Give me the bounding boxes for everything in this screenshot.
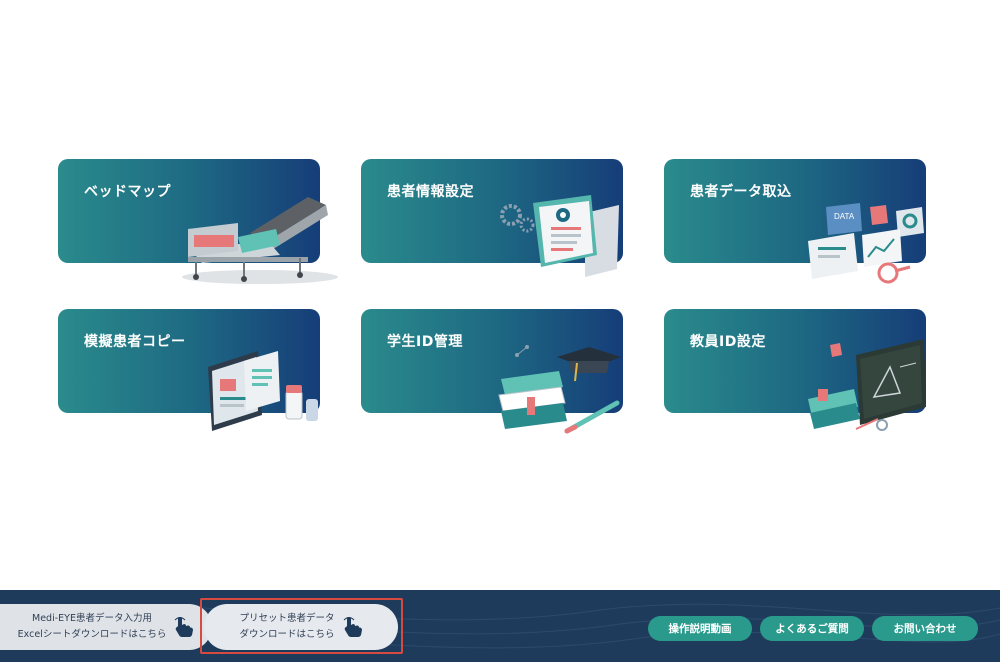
excel-download-line2: Excelシートダウンロードはこちら xyxy=(17,629,167,640)
data-dashboard-icon: DATA xyxy=(808,203,924,284)
pointing-hand-icon xyxy=(174,617,194,637)
student-id-management-card[interactable]: 学生ID管理 xyxy=(361,309,623,434)
simulated-patient-copy-card[interactable]: 模擬患者コピー xyxy=(58,309,320,431)
patient-data-import-label: 患者データ取込 xyxy=(690,184,792,200)
pointing-hand-icon xyxy=(343,617,362,637)
preset-download-text: プリセット患者データ ダウンロードはこちら xyxy=(239,611,334,643)
manual-video-button[interactable]: 操作説明動画 xyxy=(648,616,752,641)
faq-button[interactable]: よくあるご質問 xyxy=(760,616,864,641)
patient-info-settings-label: 患者情報設定 xyxy=(387,184,474,200)
medical-records-copy-icon xyxy=(208,351,318,431)
bed-map-label: ベッドマップ xyxy=(84,184,171,200)
student-id-management-label: 学生ID管理 xyxy=(387,334,463,350)
excel-sheet-download-button[interactable]: Medi-EYE患者データ入力用 Excelシートダウンロードはこちら xyxy=(0,604,212,650)
teacher-id-settings-card[interactable]: 教員ID設定 xyxy=(664,309,926,431)
contact-button[interactable]: お問い合わせ xyxy=(872,616,978,641)
excel-download-line1: Medi-EYE患者データ入力用 xyxy=(32,613,152,624)
main-menu-page: ベッドマップ 患者情報設定 患者データ取込 DATA 模擬患者コピー 学生ID管… xyxy=(0,0,1000,662)
patient-data-import-card[interactable]: 患者データ取込 DATA xyxy=(664,159,926,284)
svg-text:DATA: DATA xyxy=(834,212,855,221)
teacher-blackboard-icon xyxy=(808,339,926,431)
hospital-bed-icon xyxy=(182,197,338,284)
preset-download-line1: プリセット患者データ xyxy=(239,613,335,624)
patient-info-settings-card[interactable]: 患者情報設定 xyxy=(361,159,623,277)
bed-map-card[interactable]: ベッドマップ xyxy=(58,159,338,284)
preset-download-line2: ダウンロードはこちら xyxy=(239,629,335,640)
patient-document-gears-icon xyxy=(500,195,619,277)
graduation-books-icon xyxy=(498,345,621,434)
preset-patient-data-download-button[interactable]: プリセット患者データ ダウンロードはこちら xyxy=(204,604,398,650)
teacher-id-settings-label: 教員ID設定 xyxy=(690,334,766,350)
excel-sheet-download-text: Medi-EYE患者データ入力用 Excelシートダウンロードはこちら xyxy=(18,611,167,643)
simulated-patient-copy-label: 模擬患者コピー xyxy=(84,334,186,350)
